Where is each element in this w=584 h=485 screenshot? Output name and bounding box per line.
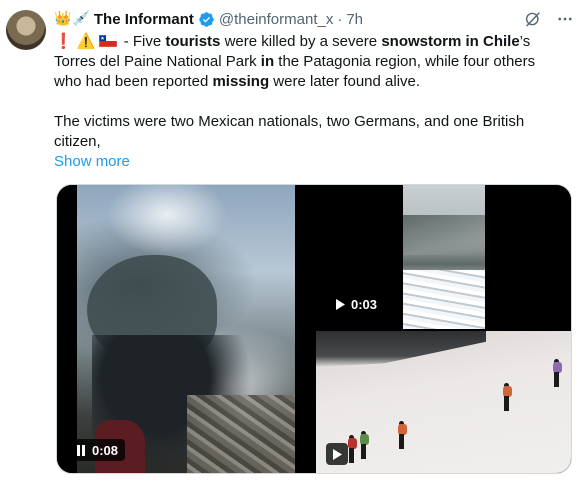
more-icon[interactable] bbox=[556, 10, 574, 28]
warning-emoji: ⚠️ bbox=[76, 33, 96, 50]
pause-icon[interactable] bbox=[76, 444, 86, 456]
video-tile-2[interactable]: 0:03 bbox=[316, 185, 571, 329]
tweet-text-line: The victims were two Mexican nationals, … bbox=[54, 112, 579, 132]
video-status-badge[interactable]: 0:08 bbox=[69, 439, 126, 461]
text-segment: - Five bbox=[119, 33, 166, 50]
author-handle[interactable]: @theinformant_x bbox=[219, 11, 333, 28]
video-duration: 0:03 bbox=[351, 296, 378, 312]
tweet-text-line: citizen, bbox=[54, 132, 579, 152]
text-segment: citizen, bbox=[54, 133, 101, 150]
tweet-header: 👑 💉 The Informant @theinformant_x · 7h bbox=[54, 8, 574, 30]
video-tile-1[interactable]: 0:08 bbox=[57, 185, 314, 473]
crown-emoji: 👑 bbox=[54, 11, 72, 27]
video-frame-snowfield bbox=[316, 331, 571, 473]
text-segment: ’s bbox=[519, 33, 531, 50]
play-icon[interactable] bbox=[332, 448, 342, 460]
text-segment: The victims were two Mexican nationals, … bbox=[54, 113, 525, 130]
video-frame-river bbox=[403, 185, 485, 329]
text-segment: in bbox=[260, 53, 275, 70]
text-segment: Torres del Paine National Park bbox=[54, 53, 261, 70]
text-segment: snowstorm in Chile bbox=[381, 33, 520, 50]
grok-icon[interactable] bbox=[524, 10, 542, 28]
video-status-badge[interactable]: 0:03 bbox=[328, 293, 385, 315]
tweet-text-line: who had been reported missing were later… bbox=[54, 72, 579, 92]
video-tile-3[interactable] bbox=[316, 331, 571, 473]
tweet-text: ❗ ⚠️ - Five tourists were killed by a se… bbox=[54, 32, 579, 172]
tweet-text-line: ❗ ⚠️ - Five tourists were killed by a se… bbox=[54, 32, 579, 52]
verified-badge-icon[interactable] bbox=[198, 11, 215, 28]
avatar[interactable] bbox=[6, 10, 46, 50]
text-segment: the Patagonia region, while four others bbox=[274, 53, 536, 70]
video-duration: 0:08 bbox=[92, 442, 119, 458]
play-button[interactable] bbox=[326, 443, 348, 465]
text-segment: were later found alive. bbox=[269, 73, 421, 90]
text-segment: tourists bbox=[165, 33, 221, 50]
tweet-text-line: Torres del Paine National Park in the Pa… bbox=[54, 52, 579, 72]
video-frame-storm bbox=[77, 185, 295, 473]
author-name[interactable]: The Informant bbox=[94, 11, 194, 28]
text-segment: were killed by a severe bbox=[220, 33, 382, 50]
separator: · bbox=[337, 10, 343, 28]
play-icon[interactable] bbox=[335, 298, 345, 310]
syringe-emoji: 💉 bbox=[72, 11, 90, 27]
show-more-link[interactable]: Show more bbox=[54, 152, 579, 172]
text-segment: who had been reported bbox=[54, 73, 213, 90]
tweet-time[interactable]: 7h bbox=[346, 11, 363, 28]
exclamation-emoji: ❗ bbox=[54, 33, 73, 50]
text-segment: missing bbox=[212, 73, 270, 90]
media-grid: 0:08 0:03 bbox=[56, 184, 572, 474]
chile-flag-icon bbox=[98, 35, 117, 47]
